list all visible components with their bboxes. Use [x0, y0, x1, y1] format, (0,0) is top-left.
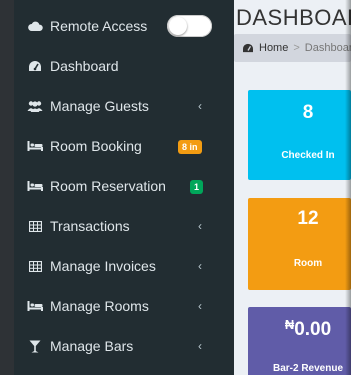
window-edge-shadow	[345, 0, 351, 375]
tile-value: ₦0.00	[248, 317, 351, 341]
toggle-knob	[169, 17, 187, 35]
page-title: DASHBOARD	[236, 5, 351, 30]
tile-value: 8	[302, 102, 314, 123]
chevron-left-icon: ‹	[198, 99, 202, 113]
chevron-left-icon: ‹	[198, 259, 202, 273]
room-tile[interactable]: 12 Room	[248, 198, 351, 290]
sidebar-item-manage-rooms[interactable]: Manage Rooms ‹	[14, 287, 234, 325]
sidebar-item-label: Manage Rooms	[50, 298, 149, 314]
breadcrumb: Home > Dashboard	[234, 34, 351, 62]
bed-icon	[26, 139, 44, 153]
remote-access-toggle[interactable]	[167, 15, 212, 37]
sidebar-item-label: Remote Access	[50, 18, 148, 34]
room-reservation-badge: 1	[190, 180, 204, 194]
sidebar-item-dashboard[interactable]: Dashboard	[14, 47, 234, 85]
tile-label: Checked In	[281, 150, 335, 161]
dashboard-icon	[242, 41, 254, 55]
cloud-icon	[26, 19, 44, 33]
sidebar-item-label: Manage Invoices	[50, 258, 156, 274]
dashboard-icon	[26, 59, 44, 73]
tile-value: 12	[297, 208, 319, 229]
breadcrumb-home-link[interactable]: Home	[259, 42, 288, 54]
tile-value-amount: 0.00	[294, 319, 332, 340]
sidebar-item-room-booking[interactable]: Room Booking 8 in	[14, 127, 234, 165]
sidebar-item-manage-invoices[interactable]: Manage Invoices ‹	[14, 247, 234, 285]
app-window: Remote Access Dashboard Manage Guests ‹ …	[14, 0, 351, 375]
sidebar-item-remote-access[interactable]: Remote Access	[14, 7, 234, 45]
chevron-left-icon: ‹	[198, 339, 202, 353]
main-content: DASHBOARD Home > Dashboard 8 Checked In …	[234, 0, 351, 375]
sidebar-item-label: Dashboard	[50, 58, 119, 74]
chevron-left-icon: ‹	[198, 219, 202, 233]
sidebar-item-manage-bars[interactable]: Manage Bars ‹	[14, 327, 234, 365]
checked-in-tile[interactable]: 8 Checked In	[248, 90, 351, 180]
sidebar-item-label: Manage Guests	[50, 98, 149, 114]
sidebar-item-transactions[interactable]: Transactions ‹	[14, 207, 234, 245]
bar-revenue-tile[interactable]: ₦0.00 Bar-2 Revenue	[248, 307, 351, 375]
users-icon	[26, 99, 44, 113]
table-icon	[26, 259, 44, 273]
chevron-left-icon: ‹	[198, 299, 202, 313]
cocktail-icon	[26, 339, 44, 353]
tile-label: Room	[293, 258, 323, 269]
table-icon	[26, 219, 44, 233]
sidebar-item-label: Room Reservation	[50, 178, 166, 194]
bed-icon	[26, 179, 44, 193]
tile-label: Bar-2 Revenue	[272, 363, 344, 374]
sidebar-item-label: Room Booking	[50, 138, 142, 154]
sidebar-item-label: Transactions	[50, 218, 130, 234]
breadcrumb-separator: >	[293, 42, 300, 54]
room-booking-badge: 8 in	[178, 140, 202, 154]
sidebar-item-label: Manage Bars	[50, 338, 134, 354]
bed-icon	[26, 299, 44, 313]
sidebar-item-manage-guests[interactable]: Manage Guests ‹	[14, 87, 234, 125]
naira-currency-symbol: ₦	[284, 317, 295, 332]
sidebar-item-room-reservation[interactable]: Room Reservation 1	[14, 167, 234, 205]
sidebar: Remote Access Dashboard Manage Guests ‹ …	[14, 0, 234, 375]
